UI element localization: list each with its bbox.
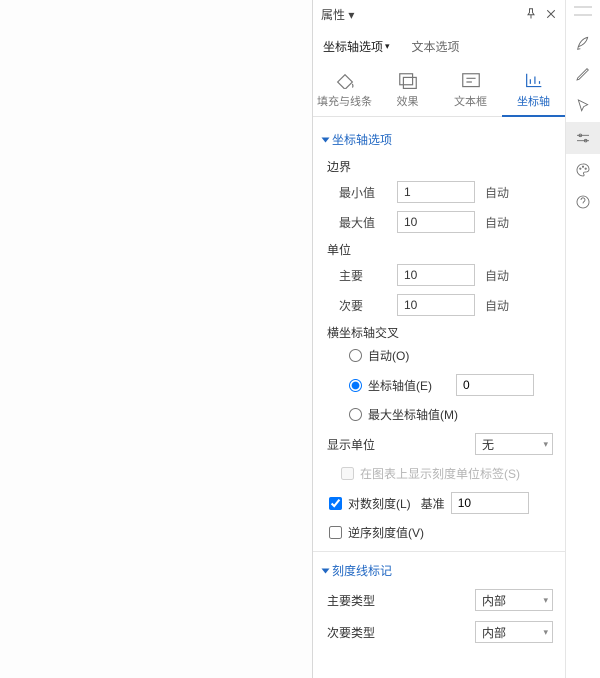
minor-unit-label: 次要 xyxy=(325,297,397,314)
sliders-icon[interactable] xyxy=(566,122,600,154)
min-label: 最小值 xyxy=(325,184,397,201)
triangle-down-icon xyxy=(322,137,330,142)
section-axis-options-label: 坐标轴选项 xyxy=(332,131,392,148)
max-input[interactable] xyxy=(397,211,475,233)
chevron-down-icon: ▾ xyxy=(543,627,548,638)
cross-value-input[interactable] xyxy=(456,374,534,396)
cross-max-radio[interactable] xyxy=(349,408,362,421)
max-label: 最大值 xyxy=(325,214,397,231)
icontab-effects-label: 效果 xyxy=(397,93,419,109)
major-tick-label: 主要类型 xyxy=(327,592,475,609)
section-tick-marks-label: 刻度线标记 xyxy=(332,562,392,579)
icontab-textbox[interactable]: 文本框 xyxy=(439,65,502,117)
major-tick-select[interactable]: 内部 ▾ xyxy=(475,589,553,611)
effects-icon xyxy=(397,71,419,89)
panel-title[interactable]: 属性 ▾ xyxy=(321,6,519,23)
properties-panel: 属性 ▾ 坐标轴选项 ▾ 文本选项 填充与线条 效 xyxy=(313,0,566,678)
minor-unit-input[interactable] xyxy=(397,294,475,316)
major-unit-label: 主要 xyxy=(325,267,397,284)
display-units-select[interactable]: 无 ▾ xyxy=(475,433,553,455)
tab-text-options-label: 文本选项 xyxy=(412,38,460,55)
help-icon[interactable] xyxy=(566,186,600,218)
tab-text-options[interactable]: 文本选项 xyxy=(410,34,462,59)
palette-icon[interactable] xyxy=(566,154,600,186)
minor-tick-label: 次要类型 xyxy=(327,624,475,641)
cursor-icon[interactable] xyxy=(566,90,600,122)
icontab-effects[interactable]: 效果 xyxy=(376,65,439,117)
tab-axis-options[interactable]: 坐标轴选项 ▾ xyxy=(321,34,392,59)
min-input[interactable] xyxy=(397,181,475,203)
group-units: 单位 xyxy=(327,241,553,258)
chevron-down-icon: ▾ xyxy=(543,595,548,606)
chevron-down-icon: ▾ xyxy=(385,41,390,52)
minor-tick-select[interactable]: 内部 ▾ xyxy=(475,621,553,643)
reverse-order-label: 逆序刻度值(V) xyxy=(348,524,424,541)
log-scale-label: 对数刻度(L) xyxy=(348,495,411,512)
reverse-order-checkbox[interactable] xyxy=(329,526,342,539)
triangle-down-icon xyxy=(322,568,330,573)
major-unit-auto[interactable]: 自动 xyxy=(485,267,509,284)
group-bounds: 边界 xyxy=(327,158,553,175)
section-tick-marks[interactable]: 刻度线标记 xyxy=(323,562,553,579)
cross-value-radio[interactable] xyxy=(349,379,362,392)
rocket-icon[interactable] xyxy=(566,26,600,58)
icontab-axis[interactable]: 坐标轴 xyxy=(502,65,565,117)
tab-axis-options-label: 坐标轴选项 xyxy=(323,38,383,55)
major-tick-value: 内部 xyxy=(482,592,506,609)
paint-bucket-icon xyxy=(334,71,356,89)
drag-grip-icon[interactable] xyxy=(574,6,592,16)
display-units-label: 显示单位 xyxy=(327,436,475,453)
group-cross: 横坐标轴交叉 xyxy=(327,324,553,341)
pin-icon[interactable] xyxy=(523,6,539,22)
chevron-down-icon: ▾ xyxy=(543,439,548,450)
minor-tick-value: 内部 xyxy=(482,624,506,641)
document-canvas[interactable] xyxy=(0,0,313,678)
major-unit-input[interactable] xyxy=(397,264,475,286)
cross-value-label: 坐标轴值(E) xyxy=(368,377,432,394)
pencil-icon[interactable] xyxy=(566,58,600,90)
log-scale-checkbox[interactable] xyxy=(329,497,342,510)
cross-max-label: 最大坐标轴值(M) xyxy=(368,406,458,423)
cross-auto-label: 自动(O) xyxy=(368,347,409,364)
show-unit-label-text: 在图表上显示刻度单位标签(S) xyxy=(360,465,520,482)
section-axis-options[interactable]: 坐标轴选项 xyxy=(323,131,553,148)
cross-auto-radio[interactable] xyxy=(349,349,362,362)
icontab-axis-label: 坐标轴 xyxy=(517,93,550,109)
display-units-value: 无 xyxy=(482,436,494,453)
max-auto[interactable]: 自动 xyxy=(485,214,509,231)
icontab-textbox-label: 文本框 xyxy=(454,93,487,109)
right-toolbar xyxy=(566,0,600,678)
log-base-label: 基准 xyxy=(421,495,445,512)
close-icon[interactable] xyxy=(543,6,559,22)
icontab-fill-label: 填充与线条 xyxy=(317,93,372,109)
icontab-fill[interactable]: 填充与线条 xyxy=(313,65,376,117)
minor-unit-auto[interactable]: 自动 xyxy=(485,297,509,314)
min-auto[interactable]: 自动 xyxy=(485,184,509,201)
chart-axis-icon xyxy=(523,71,545,89)
log-base-input[interactable] xyxy=(451,492,529,514)
textbox-icon xyxy=(460,71,482,89)
show-unit-label-checkbox xyxy=(341,467,354,480)
